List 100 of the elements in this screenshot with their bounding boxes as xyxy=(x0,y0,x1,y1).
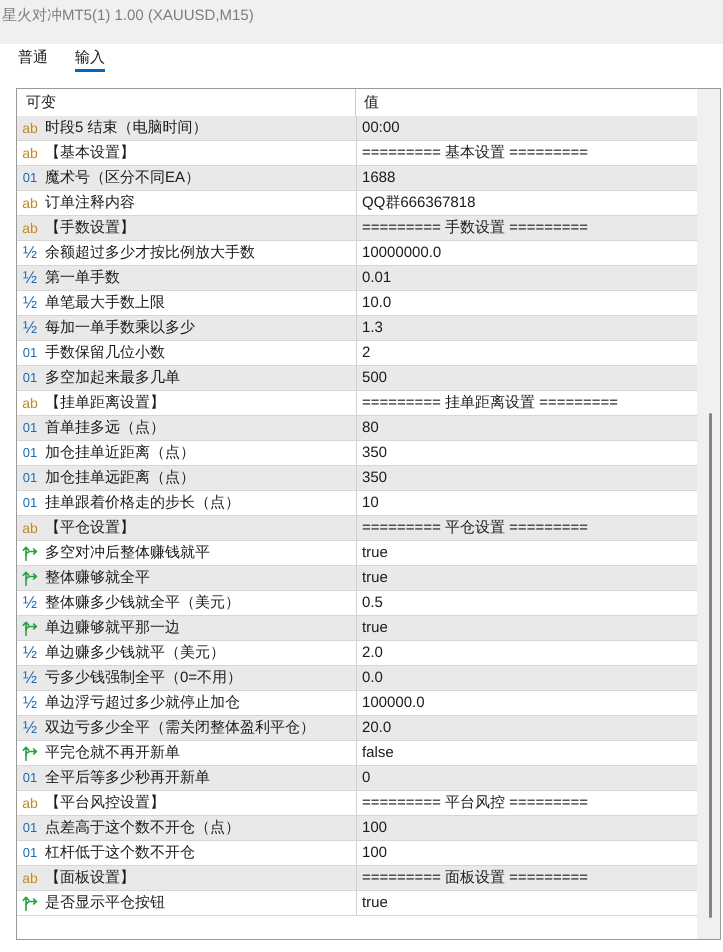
parameter-row[interactable]: 单边赚够就平那一边 true xyxy=(17,616,697,641)
parameter-name: 单边赚够就平那一边 xyxy=(45,618,180,638)
parameter-name: 【基本设置】 xyxy=(45,143,135,163)
parameter-row[interactable]: ab 【手数设置】 ========= 手数设置 ========= xyxy=(17,216,697,241)
window-title: 星火对冲MT5(1) 1.00 (XAUUSD,M15) xyxy=(2,6,254,26)
parameter-name: 全平后等多少秒再开新单 xyxy=(45,768,210,788)
tab[interactable]: 输入 xyxy=(75,48,105,72)
parameter-row[interactable]: 整体赚够就全平 true xyxy=(17,566,697,591)
parameter-row[interactable]: ½ 双边亏多少全平（需关闭整体盈利平仓） 20.0 xyxy=(17,716,697,741)
integer-type-icon: 01 xyxy=(22,770,38,786)
parameter-row[interactable]: ½ 第一单手数 0.01 xyxy=(17,266,697,291)
parameter-name: 【手数设置】 xyxy=(45,218,135,238)
parameter-row[interactable]: 01 加仓挂单近距离（点） 350 xyxy=(17,441,697,466)
parameter-row[interactable]: 01 挂单跟着价格走的步长（点） 10 xyxy=(17,491,697,516)
parameter-row[interactable]: ab 【平仓设置】 ========= 平仓设置 ========= xyxy=(17,516,697,541)
integer-type-icon: 01 xyxy=(22,845,38,861)
parameter-name: 魔术号（区分不同EA） xyxy=(45,168,200,188)
branch-arrow-icon xyxy=(22,895,38,911)
parameter-name: 每加一单手数乘以多少 xyxy=(45,318,195,338)
parameter-name: 单笔最大手数上限 xyxy=(45,293,165,313)
text-type-icon: ab xyxy=(22,120,38,136)
parameter-row[interactable]: ½ 单边赚多少钱就平（美元） 2.0 xyxy=(17,641,697,666)
parameter-row[interactable]: 01 杠杆低于这个数不开仓 100 xyxy=(17,841,697,866)
parameter-name: 订单注释内容 xyxy=(45,193,135,213)
scrollbar[interactable] xyxy=(697,89,720,939)
parameter-row[interactable]: 多空对冲后整体赚钱就平 true xyxy=(17,541,697,566)
column-header[interactable]: 值 xyxy=(356,89,697,116)
parameter-name: 【面板设置】 xyxy=(45,868,135,888)
branch-arrow-icon xyxy=(22,570,38,586)
fraction-type-icon: ½ xyxy=(22,320,38,336)
parameter-name: 加仓挂单近距离（点） xyxy=(45,443,195,463)
fraction-type-icon: ½ xyxy=(22,270,38,286)
parameter-row[interactable]: ½ 余额超过多少才按比例放大手数 10000000.0 xyxy=(17,241,697,266)
text-type-icon: ab xyxy=(22,520,38,536)
parameter-name: 加仓挂单远距离（点） xyxy=(45,468,195,488)
text-type-icon: ab xyxy=(22,195,38,211)
parameter-name: 整体赚够就全平 xyxy=(45,568,150,588)
integer-type-icon: 01 xyxy=(22,420,38,436)
parameter-row[interactable]: 01 加仓挂单远距离（点） 350 xyxy=(17,466,697,491)
integer-type-icon: 01 xyxy=(22,495,38,511)
parameter-row[interactable]: 01 点差高于这个数不开仓（点） 100 xyxy=(17,816,697,841)
parameter-row[interactable]: ab 【面板设置】 ========= 面板设置 ========= xyxy=(17,866,697,891)
parameter-name: 挂单跟着价格走的步长（点） xyxy=(45,493,240,513)
parameter-row[interactable]: 01 首单挂多远（点） 80 xyxy=(17,416,697,441)
parameter-row[interactable]: ½ 每加一单手数乘以多少 1.3 xyxy=(17,316,697,341)
branch-arrow-icon xyxy=(22,620,38,636)
parameter-name: 手数保留几位小数 xyxy=(45,343,165,363)
integer-type-icon: 01 xyxy=(22,370,38,386)
parameter-name: 余额超过多少才按比例放大手数 xyxy=(45,243,255,263)
parameter-name: 【平台风控设置】 xyxy=(45,793,165,813)
text-type-icon: ab xyxy=(22,220,38,236)
parameter-row[interactable]: 平完仓就不再开新单 false xyxy=(17,741,697,766)
parameter-name: 【平仓设置】 xyxy=(45,518,135,538)
parameter-row[interactable]: ½ 单边浮亏超过多少就停止加仓 100000.0 xyxy=(17,691,697,716)
parameter-name: 点差高于这个数不开仓（点） xyxy=(45,818,240,838)
parameter-name: 双边亏多少全平（需关闭整体盈利平仓） xyxy=(45,718,315,738)
parameter-name: 平完仓就不再开新单 xyxy=(45,743,180,763)
parameter-row[interactable]: ½ 单笔最大手数上限 10.0 xyxy=(17,291,697,316)
fraction-type-icon: ½ xyxy=(22,670,38,686)
parameter-row[interactable]: 01 全平后等多少秒再开新单 0 xyxy=(17,766,697,791)
parameter-name: 时段5 结束（电脑时间） xyxy=(45,118,208,138)
parameter-name: 单边浮亏超过多少就停止加仓 xyxy=(45,693,240,713)
integer-type-icon: 01 xyxy=(22,470,38,486)
parameter-row[interactable]: ab 订单注释内容 QQ群666367818 xyxy=(17,191,697,216)
parameter-row[interactable]: ½ 亏多少钱强制全平（0=不用） 0.0 xyxy=(17,666,697,691)
text-type-icon: ab xyxy=(22,395,38,411)
text-type-icon: ab xyxy=(22,870,38,886)
fraction-type-icon: ½ xyxy=(22,720,38,736)
branch-arrow-icon xyxy=(22,545,38,561)
integer-type-icon: 01 xyxy=(22,170,38,186)
parameter-name: 【挂单距离设置】 xyxy=(45,393,165,413)
parameter-row[interactable]: ab 【挂单距离设置】 ========= 挂单距离设置 ========= xyxy=(17,391,697,416)
parameter-name: 首单挂多远（点） xyxy=(45,418,165,438)
parameter-name: 第一单手数 xyxy=(45,268,120,288)
parameter-row[interactable]: ab 【基本设置】 ========= 基本设置 ========= xyxy=(17,141,697,166)
parameter-row[interactable]: ab 时段5 结束（电脑时间） 00:00 xyxy=(17,116,697,141)
parameter-name: 杠杆低于这个数不开仓 xyxy=(45,843,195,863)
tab[interactable]: 普通 xyxy=(18,48,48,72)
integer-type-icon: 01 xyxy=(22,345,38,361)
text-type-icon: ab xyxy=(22,795,38,811)
parameter-name: 整体赚多少钱就全平（美元） xyxy=(45,593,240,613)
parameter-name: 多空对冲后整体赚钱就平 xyxy=(45,543,210,563)
parameter-row[interactable]: ½ 整体赚多少钱就全平（美元） 0.5 xyxy=(17,591,697,616)
fraction-type-icon: ½ xyxy=(22,695,38,711)
fraction-type-icon: ½ xyxy=(22,595,38,611)
fraction-type-icon: ½ xyxy=(22,245,38,261)
parameter-row[interactable]: ab 【平台风控设置】 ========= 平台风控 ========= xyxy=(17,791,697,816)
integer-type-icon: 01 xyxy=(22,445,38,461)
fraction-type-icon: ½ xyxy=(22,295,38,311)
parameter-row[interactable]: 01 魔术号（区分不同EA） 1688 xyxy=(17,166,697,191)
parameter-row[interactable]: 01 多空加起来最多几单 500 xyxy=(17,366,697,391)
integer-type-icon: 01 xyxy=(22,820,38,836)
parameter-name: 多空加起来最多几单 xyxy=(45,368,180,388)
parameter-row[interactable]: 是否显示平仓按钮 true xyxy=(17,891,697,916)
scrollbar-thumb[interactable] xyxy=(708,413,712,918)
branch-arrow-icon xyxy=(22,745,38,761)
text-type-icon: ab xyxy=(22,145,38,161)
parameter-name: 是否显示平仓按钮 xyxy=(45,893,165,913)
parameter-row[interactable]: 01 手数保留几位小数 2 xyxy=(17,341,697,366)
fraction-type-icon: ½ xyxy=(22,645,38,661)
